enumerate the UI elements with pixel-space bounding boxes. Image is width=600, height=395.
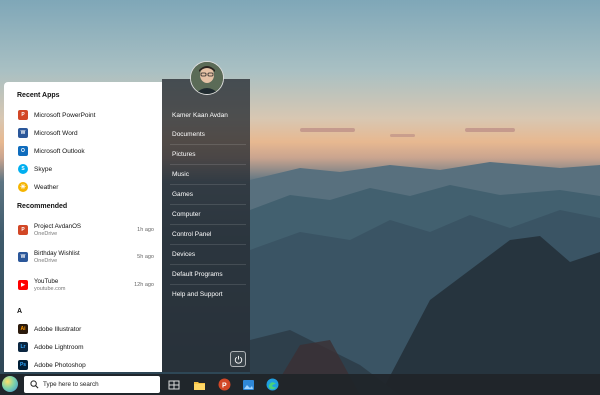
nav-default-programs[interactable]: Default Programs (172, 271, 244, 278)
app-adobe-illustrator[interactable]: Ai Adobe Illustrator (12, 321, 156, 337)
recent-app-powerpoint[interactable]: P Microsoft PowerPoint (12, 107, 156, 123)
recommended-time: 1h ago (137, 227, 154, 233)
taskbar-search-box[interactable]: Type here to search (24, 376, 160, 393)
start-menu: Recent Apps P Microsoft PowerPoint W Mic… (4, 79, 250, 372)
taskbar: Type here to search P (0, 374, 600, 395)
recommended-item-birthday-wishlist[interactable]: W Birthday Wishlist OneDrive 5h ago (12, 246, 156, 268)
svg-text:P: P (222, 383, 227, 390)
alphabet-header-a: A (17, 308, 23, 315)
youtube-icon: ▶ (18, 280, 28, 290)
power-icon (234, 355, 242, 364)
recommended-heading: Recommended (17, 203, 68, 210)
recent-apps-heading: Recent Apps (17, 92, 60, 99)
outlook-icon: O (18, 146, 28, 156)
nav-divider (170, 144, 246, 145)
recommended-item-project-avdanos[interactable]: P Project AvdanOS OneDrive 1h ago (12, 219, 156, 241)
word-icon: W (18, 128, 28, 138)
recommended-title: YouTube (34, 277, 59, 285)
start-right-panel: Kamer Kaan Avdan Documents Pictures Musi… (162, 79, 250, 372)
recent-app-outlook[interactable]: O Microsoft Outlook (12, 143, 156, 159)
skype-icon: S (18, 164, 28, 174)
app-label: Microsoft PowerPoint (34, 111, 96, 119)
start-button-icon[interactable] (2, 376, 18, 392)
recent-app-word[interactable]: W Microsoft Word (12, 125, 156, 141)
recommended-item-youtube[interactable]: ▶ YouTube youtube.com 12h ago (12, 274, 156, 296)
nav-documents[interactable]: Documents (172, 131, 244, 138)
recent-app-weather[interactable]: ☀ Weather (12, 179, 156, 195)
word-file-icon: W (18, 252, 28, 262)
nav-devices[interactable]: Devices (172, 251, 244, 258)
nav-pictures[interactable]: Pictures (172, 151, 244, 158)
nav-divider (170, 184, 246, 185)
lightroom-icon: Lr (18, 342, 28, 352)
nav-divider (170, 204, 246, 205)
recommended-time: 12h ago (134, 282, 154, 288)
app-label: Microsoft Word (34, 129, 78, 137)
power-button[interactable] (230, 351, 246, 367)
photos-icon[interactable] (241, 377, 256, 392)
file-explorer-icon[interactable] (192, 377, 207, 392)
powerpoint-file-icon: P (18, 225, 28, 235)
recommended-time: 5h ago (137, 254, 154, 260)
app-label: Adobe Lightroom (34, 343, 84, 351)
app-label: Skype (34, 165, 53, 173)
nav-control-panel[interactable]: Control Panel (172, 231, 244, 238)
illustrator-icon: Ai (18, 324, 28, 334)
user-avatar[interactable] (190, 61, 224, 95)
app-label: Microsoft Outlook (34, 147, 85, 155)
recommended-title: Project AvdanOS (34, 222, 82, 230)
nav-user-name[interactable]: Kamer Kaan Avdan (172, 112, 244, 119)
nav-music[interactable]: Music (172, 171, 244, 178)
edge-icon[interactable] (265, 377, 280, 392)
nav-games[interactable]: Games (172, 191, 244, 198)
nav-divider (170, 284, 246, 285)
search-placeholder: Type here to search (43, 381, 99, 388)
recommended-subtitle: youtube.com (34, 285, 66, 292)
recommended-title: Birthday Wishlist (34, 249, 80, 257)
nav-computer[interactable]: Computer (172, 211, 244, 218)
nav-divider (170, 264, 246, 265)
search-icon (30, 380, 39, 389)
app-adobe-lightroom[interactable]: Lr Adobe Lightroom (12, 339, 156, 355)
avatar-photo (191, 62, 223, 94)
powerpoint-icon: P (18, 110, 28, 120)
nav-divider (170, 224, 246, 225)
app-label: Adobe Photoshop (34, 361, 86, 369)
recommended-subtitle: OneDrive (34, 257, 58, 264)
app-label: Adobe Illustrator (34, 325, 82, 333)
photoshop-icon: Ps (18, 360, 28, 370)
recommended-subtitle: OneDrive (34, 230, 58, 237)
task-view-icon[interactable] (166, 377, 181, 392)
start-left-panel: Recent Apps P Microsoft PowerPoint W Mic… (4, 82, 162, 372)
recent-app-skype[interactable]: S Skype (12, 161, 156, 177)
nav-divider (170, 164, 246, 165)
nav-help-and-support[interactable]: Help and Support (172, 291, 244, 298)
weather-icon: ☀ (18, 182, 28, 192)
nav-divider (170, 244, 246, 245)
app-adobe-photoshop[interactable]: Ps Adobe Photoshop (12, 357, 156, 372)
powerpoint-icon[interactable]: P (217, 377, 232, 392)
app-label: Weather (34, 183, 59, 191)
